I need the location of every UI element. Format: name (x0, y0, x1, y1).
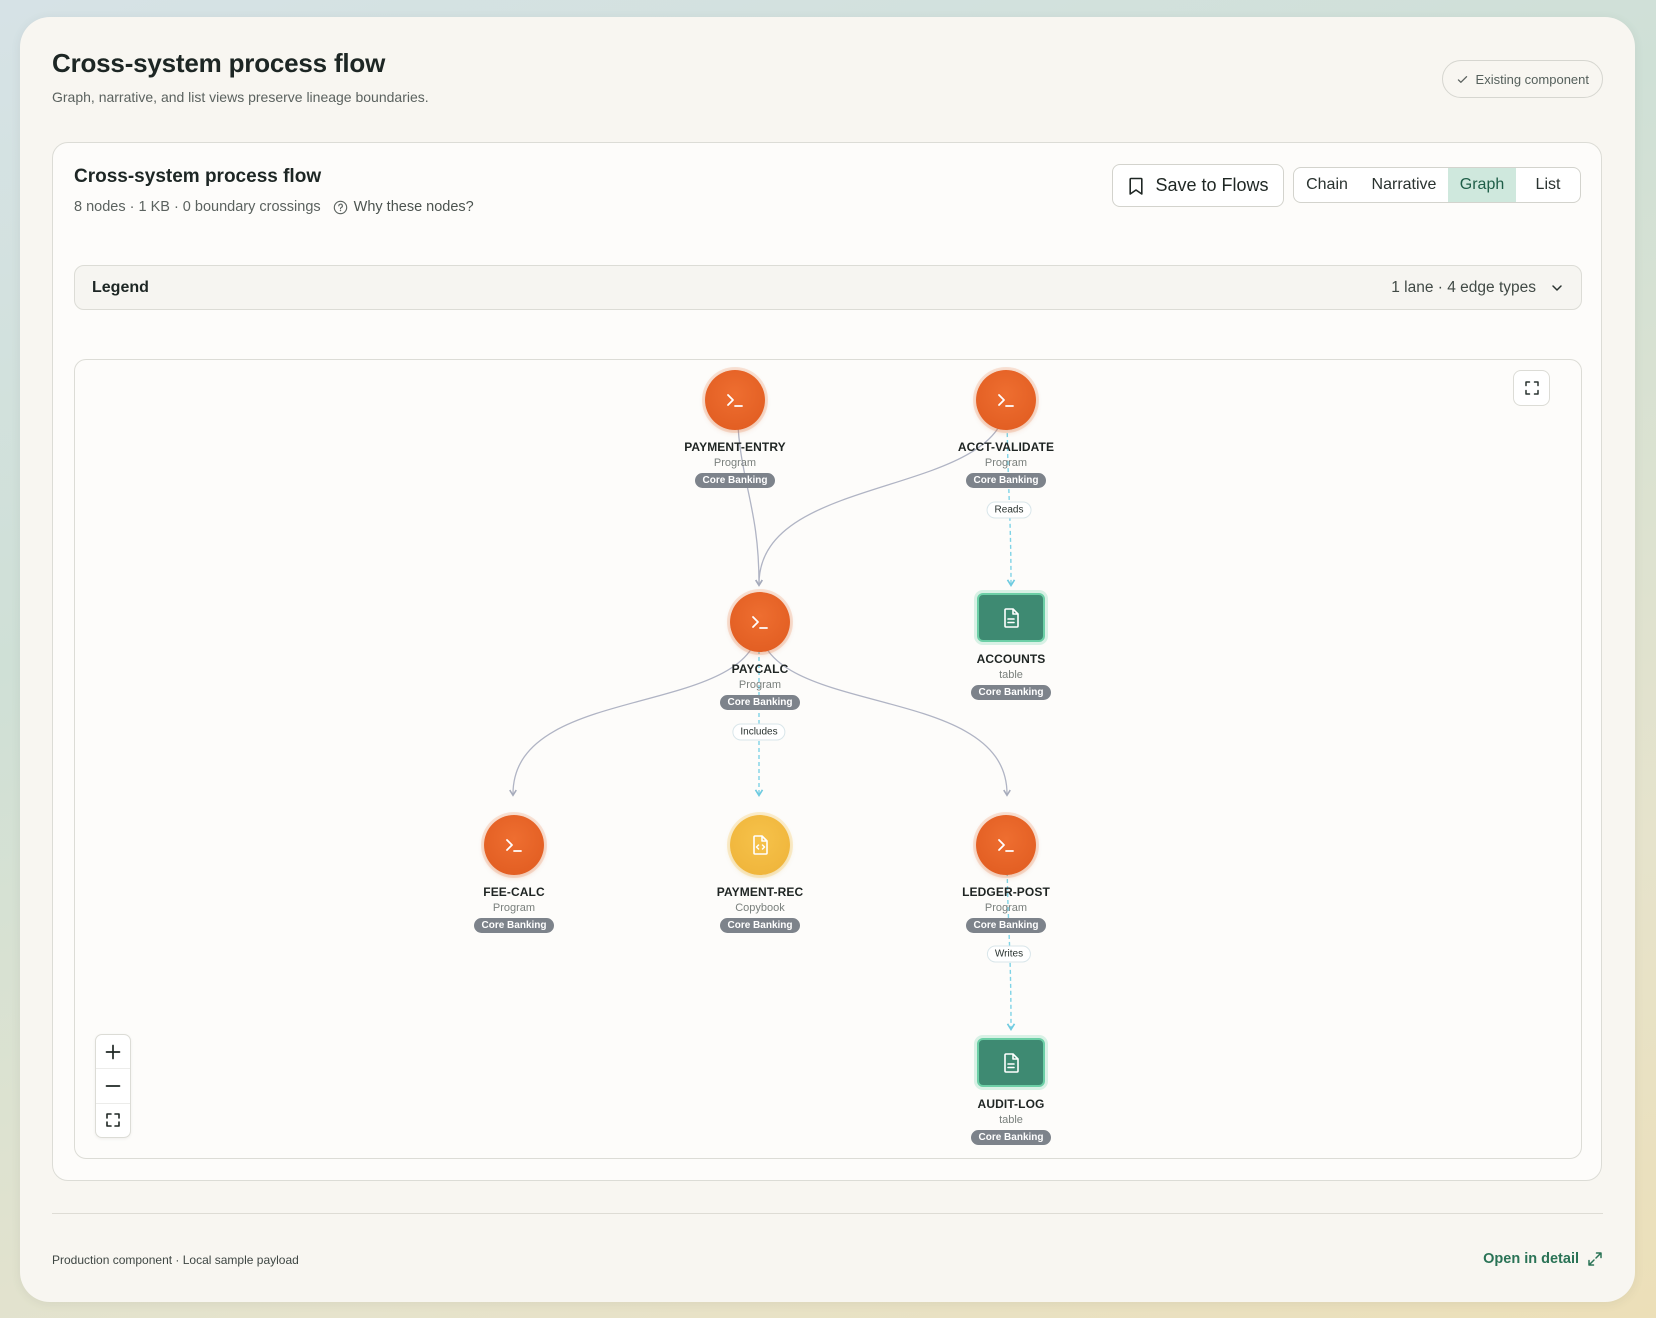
node-name: PAYCALC (731, 662, 789, 676)
existing-badge-label: Existing component (1475, 71, 1589, 87)
zoom-in-button[interactable] (96, 1035, 130, 1070)
node-name: AUDIT-LOG (977, 1097, 1045, 1111)
node-type: table (999, 1114, 1023, 1126)
check-icon (1457, 75, 1467, 83)
panel-meta: 8 nodes · 1 KB · 0 boundary crossings Wh… (74, 199, 474, 215)
legend-title: Legend (92, 278, 149, 296)
node-name: FEE-CALC (483, 885, 545, 899)
page-title: Cross-system process flow (52, 48, 386, 78)
legend-toggle[interactable]: Legend 1 lane · 4 edge types (74, 265, 1582, 310)
node-system-badge: Core Banking (720, 918, 800, 933)
why-these-nodes-label: Why these nodes? (353, 199, 474, 215)
node-circle (730, 592, 790, 652)
footer-divider (52, 1213, 1603, 1214)
node-system-badge: Core Banking (966, 918, 1046, 933)
view-tabs: Chain Narrative Graph List (1293, 167, 1581, 203)
flow-panel: Cross-system process flow 8 nodes · 1 KB… (52, 142, 1602, 1181)
page-subtitle: Graph, narrative, and list views preserv… (52, 89, 429, 105)
graph-node-accounts[interactable]: ACCOUNTS table Core Banking (931, 593, 1091, 700)
node-circle (730, 815, 790, 875)
node-type: Copybook (735, 902, 785, 914)
node-name: ACCT-VALIDATE (957, 440, 1055, 454)
document-icon (1004, 607, 1019, 628)
node-name: PAYMENT-ENTRY (684, 440, 786, 454)
terminal-icon (506, 839, 522, 852)
graph-node-fee-calc[interactable]: FEE-CALC Program Core Banking (434, 815, 594, 933)
fullscreen-button[interactable] (1513, 370, 1550, 406)
node-type: Program (713, 457, 757, 469)
edge-label-includes: Includes (732, 723, 786, 741)
zoom-out-button[interactable] (96, 1069, 130, 1104)
edge-label-reads: Reads (986, 501, 1032, 519)
node-name: PAYMENT-REC (716, 885, 804, 899)
save-to-flows-label: Save to Flows (1155, 175, 1269, 195)
document-icon (1004, 1052, 1019, 1073)
zoom-controls (95, 1034, 131, 1138)
minus-icon (105, 1085, 121, 1087)
node-circle (976, 815, 1036, 875)
panel-title: Cross-system process flow (74, 166, 322, 187)
expand-arrows-icon (1588, 1252, 1602, 1266)
graph-node-ledger-post[interactable]: LEDGER-POST Program Core Banking (926, 815, 1086, 933)
legend-summary-text: 1 lane · 4 edge types (1391, 278, 1536, 296)
plus-icon (105, 1044, 121, 1060)
panel-stats: 8 nodes · 1 KB · 0 boundary crossings (74, 199, 321, 215)
help-circle-icon (333, 200, 347, 214)
node-name: ACCOUNTS (976, 652, 1046, 666)
graph-edges (509, 397, 1016, 1031)
fit-view-button[interactable] (96, 1104, 130, 1137)
bookmark-icon (1129, 177, 1144, 195)
code-file-icon (753, 835, 768, 855)
node-type: Program (984, 457, 1028, 469)
footer-text: Production component · Local sample payl… (52, 1253, 299, 1267)
page-card: Cross-system process flow Graph, narrati… (20, 17, 1635, 1302)
graph-node-audit-log[interactable]: AUDIT-LOG table Core Banking (931, 1038, 1091, 1145)
node-system-badge: Core Banking (971, 685, 1051, 700)
graph-node-payment-rec[interactable]: PAYMENT-REC Copybook Core Banking (680, 815, 840, 933)
why-these-nodes-link[interactable]: Why these nodes? (333, 199, 474, 215)
tab-chain[interactable]: Chain (1294, 168, 1360, 202)
graph-node-payment-entry[interactable]: PAYMENT-ENTRY Program Core Banking (655, 370, 815, 488)
node-square (977, 1038, 1045, 1087)
open-in-detail-link[interactable]: Open in detail (1483, 1251, 1603, 1267)
node-type: Program (738, 679, 782, 691)
node-system-badge: Core Banking (695, 473, 775, 488)
node-circle (484, 815, 544, 875)
fit-view-icon (106, 1113, 120, 1128)
node-system-badge: Core Banking (720, 695, 800, 710)
node-system-badge: Core Banking (474, 918, 554, 933)
node-type: Program (984, 902, 1028, 914)
tab-narrative[interactable]: Narrative (1360, 168, 1448, 202)
terminal-icon (998, 839, 1014, 852)
tab-graph[interactable]: Graph (1448, 168, 1516, 202)
terminal-icon (752, 616, 768, 629)
node-system-badge: Core Banking (971, 1130, 1051, 1145)
node-square (977, 593, 1045, 642)
node-name: LEDGER-POST (962, 885, 1050, 899)
node-type: Program (492, 902, 536, 914)
chevron-down-icon (1552, 284, 1562, 291)
open-in-detail-label: Open in detail (1483, 1251, 1579, 1267)
terminal-icon (998, 394, 1014, 407)
node-circle (705, 370, 765, 430)
graph-canvas[interactable]: Reads Includes Writes PAYMENT-ENTRY Prog… (74, 359, 1582, 1159)
graph-node-acct-validate[interactable]: ACCT-VALIDATE Program Core Banking (926, 370, 1086, 488)
terminal-icon (727, 394, 743, 407)
save-to-flows-button[interactable]: Save to Flows (1112, 164, 1284, 207)
edge-label-writes: Writes (986, 945, 1032, 963)
expand-icon (1524, 381, 1539, 395)
legend-summary: 1 lane · 4 edge types (1391, 279, 1564, 297)
graph-node-paycalc[interactable]: PAYCALC Program Core Banking (680, 592, 840, 710)
node-type: table (999, 669, 1023, 681)
existing-component-badge: Existing component (1441, 60, 1603, 98)
node-circle (976, 370, 1036, 430)
node-system-badge: Core Banking (966, 473, 1046, 488)
tab-list[interactable]: List (1516, 168, 1580, 202)
